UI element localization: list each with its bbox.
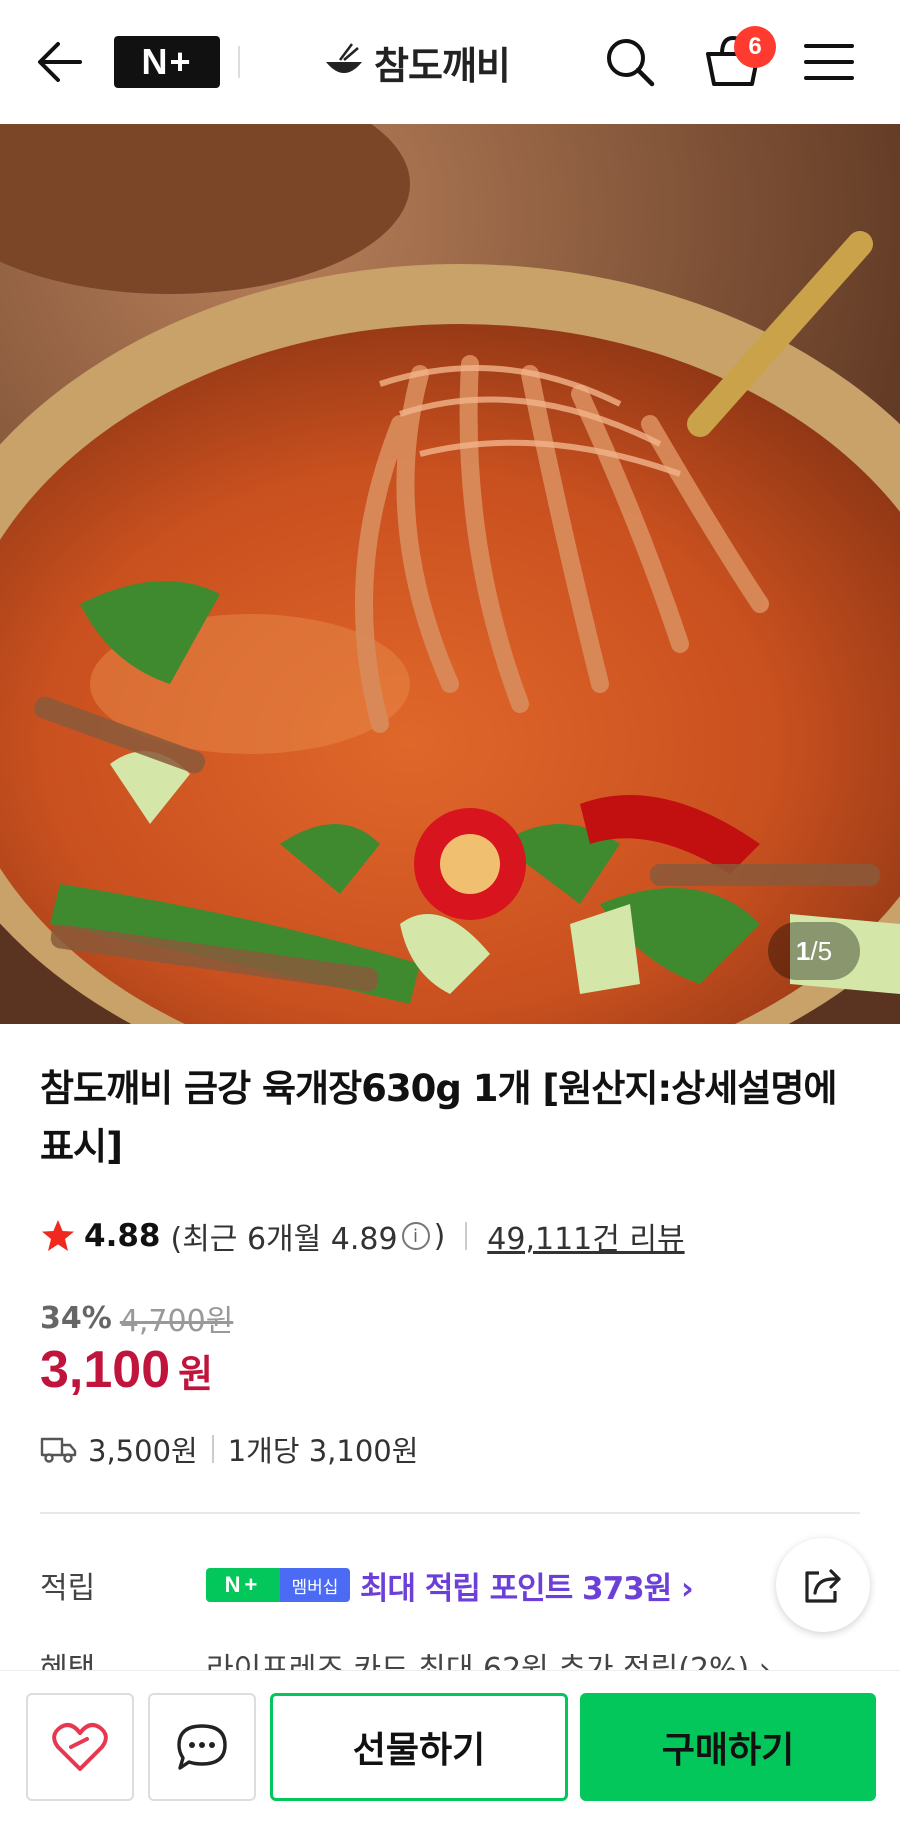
image-counter: 1 / 5 <box>768 922 860 980</box>
membership-badge-label: 멤버십 <box>280 1568 350 1602</box>
nplus-membership-badge: N+ 멤버십 <box>206 1568 350 1602</box>
unit-price: 1개당 3,100원 <box>227 1434 419 1468</box>
chat-bubble-icon <box>177 1724 227 1770</box>
discount-row: 34% 4,700원 <box>40 1296 233 1340</box>
image-counter-separator: / <box>810 935 818 966</box>
nplus-store-badge[interactable]: N+ <box>114 36 220 88</box>
brand-name: 참도깨비 <box>374 43 511 88</box>
points-label: 적립 <box>40 1571 96 1606</box>
talk-chat-button[interactable] <box>148 1693 256 1801</box>
sale-price: 3,100 <box>40 1341 171 1399</box>
product-image-gallery[interactable] <box>0 124 900 1024</box>
buy-button[interactable]: 구매하기 <box>580 1693 876 1801</box>
header-divider <box>238 46 240 78</box>
section-divider <box>40 1512 860 1514</box>
original-price: 4,700원 <box>119 1304 234 1339</box>
rating-divider <box>465 1222 468 1250</box>
image-counter-total: 5 <box>817 935 833 966</box>
search-button[interactable] <box>600 34 660 90</box>
info-icon[interactable]: i <box>401 1222 430 1250</box>
discount-percent: 34% <box>40 1300 112 1336</box>
gift-button[interactable]: 선물하기 <box>270 1693 568 1801</box>
hamburger-menu-icon <box>804 44 854 80</box>
bottom-action-bar: 선물하기 구매하기 <box>0 1670 900 1838</box>
shipping-fee: 3,500원 <box>88 1434 198 1468</box>
brand-link[interactable]: 참도깨비 <box>322 36 511 88</box>
rating-value: 4.88 <box>84 1218 161 1254</box>
wishlist-button[interactable] <box>26 1693 134 1801</box>
back-button[interactable] <box>34 38 86 86</box>
back-arrow-icon <box>38 42 82 82</box>
recent-rating-close: ) <box>433 1218 446 1254</box>
shipping-divider <box>211 1435 214 1463</box>
cart-count-badge: 6 <box>734 26 776 68</box>
search-icon <box>607 39 655 87</box>
max-points-text: 최대 적립 포인트 373원 › <box>360 1570 694 1607</box>
share-button[interactable] <box>776 1538 870 1632</box>
star-icon <box>42 1220 74 1251</box>
share-icon <box>805 1569 841 1603</box>
truck-icon <box>40 1437 77 1463</box>
product-photo <box>0 124 900 1024</box>
menu-button[interactable] <box>802 40 856 84</box>
price-unit: 원 <box>178 1352 214 1396</box>
brand-bowl-logo-icon <box>326 43 362 73</box>
rating-row: 4.88 (최근 6개월 4.89 i ) 49,111건 리뷰 <box>40 1214 685 1258</box>
product-title: 참도깨비 금강 육개장630g 1개 [원산지:상세설명에 표시] <box>40 1067 837 1168</box>
nplus-badge-n: N+ <box>206 1568 280 1602</box>
image-counter-current: 1 <box>795 935 811 966</box>
price-row: 3,100 원 <box>40 1340 213 1400</box>
heart-icon <box>52 1723 108 1771</box>
recent-rating-text: (최근 6개월 4.89 <box>170 1222 398 1257</box>
shipping-row: 3,500원 1개당 3,100원 <box>40 1428 418 1470</box>
review-count-link[interactable]: 49,111건 리뷰 <box>487 1214 684 1258</box>
top-header: N+ 참도깨비 6 <box>0 0 900 124</box>
points-row[interactable]: 적립 N+ 멤버십 최대 적립 포인트 373원 › <box>40 1560 780 1610</box>
nplus-badge-text: N+ <box>141 41 193 82</box>
